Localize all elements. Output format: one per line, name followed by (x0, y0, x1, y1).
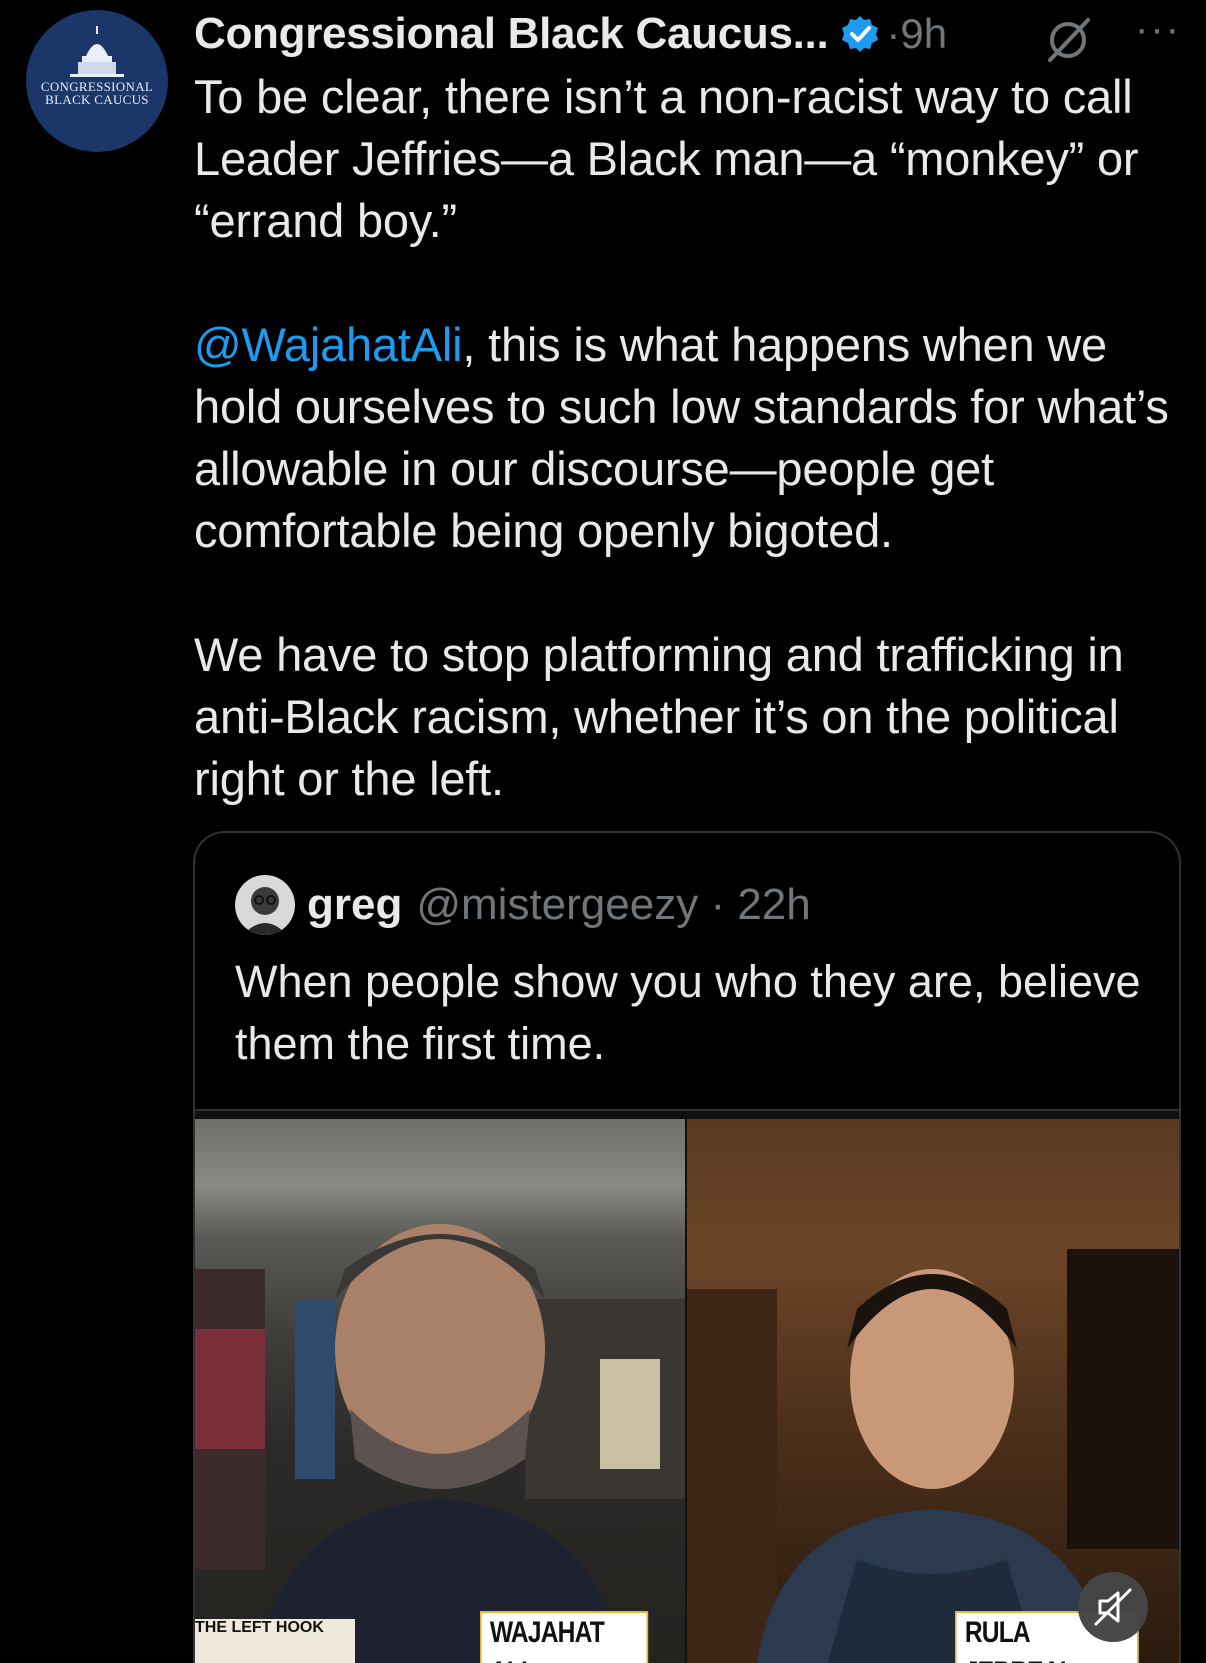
quoted-tweet-header: greg @mistergeezy · 22h (235, 875, 811, 935)
quoted-author-handle[interactable]: @mistergeezy · 22h (416, 880, 810, 930)
verified-badge-icon (842, 16, 879, 52)
author-display-name[interactable]: Congressional Black Caucus... (194, 9, 829, 59)
quoted-author-name[interactable]: greg (307, 880, 402, 930)
person-silhouette-left (195, 1224, 685, 1663)
tweet-text-paragraph-3: We have to stop platforming and traffick… (194, 628, 1137, 805)
quoted-tweet-card[interactable]: greg @mistergeezy · 22h When people show… (193, 831, 1181, 1663)
tweet-header: Congressional Black Caucus... ·9h (194, 6, 947, 62)
tweet-text-paragraph-1: To be clear, there isn’t a non-racist wa… (194, 70, 1152, 247)
name-tag-left: WAJAHAT ALI (480, 1611, 649, 1663)
grok-icon[interactable] (1044, 14, 1094, 64)
author-avatar[interactable]: CONGRESSIONAL BLACK CAUCUS (26, 10, 168, 152)
video-panel-left: THE LEFT HOOK WAJAHAT ALI (195, 1119, 685, 1663)
more-icon[interactable]: ··· (1128, 9, 1188, 54)
tweet-text: To be clear, there isn’t a non-racist wa… (194, 66, 1194, 810)
quoted-author-avatar[interactable] (235, 875, 295, 935)
quoted-tweet-text: When people show you who they are, belie… (235, 956, 1141, 1069)
tweet-timestamp[interactable]: ·9h (886, 10, 947, 58)
avatar-logo-text: CONGRESSIONAL BLACK CAUCUS (40, 79, 154, 107)
person-icon (243, 887, 287, 935)
mute-icon[interactable] (1078, 1572, 1148, 1642)
mention-link[interactable]: @WajahatAli (194, 318, 463, 371)
show-logo: THE LEFT HOOK (195, 1619, 355, 1663)
quoted-video[interactable]: THE LEFT HOOK WAJAHAT ALI RULA JEBREAL (195, 1109, 1179, 1663)
